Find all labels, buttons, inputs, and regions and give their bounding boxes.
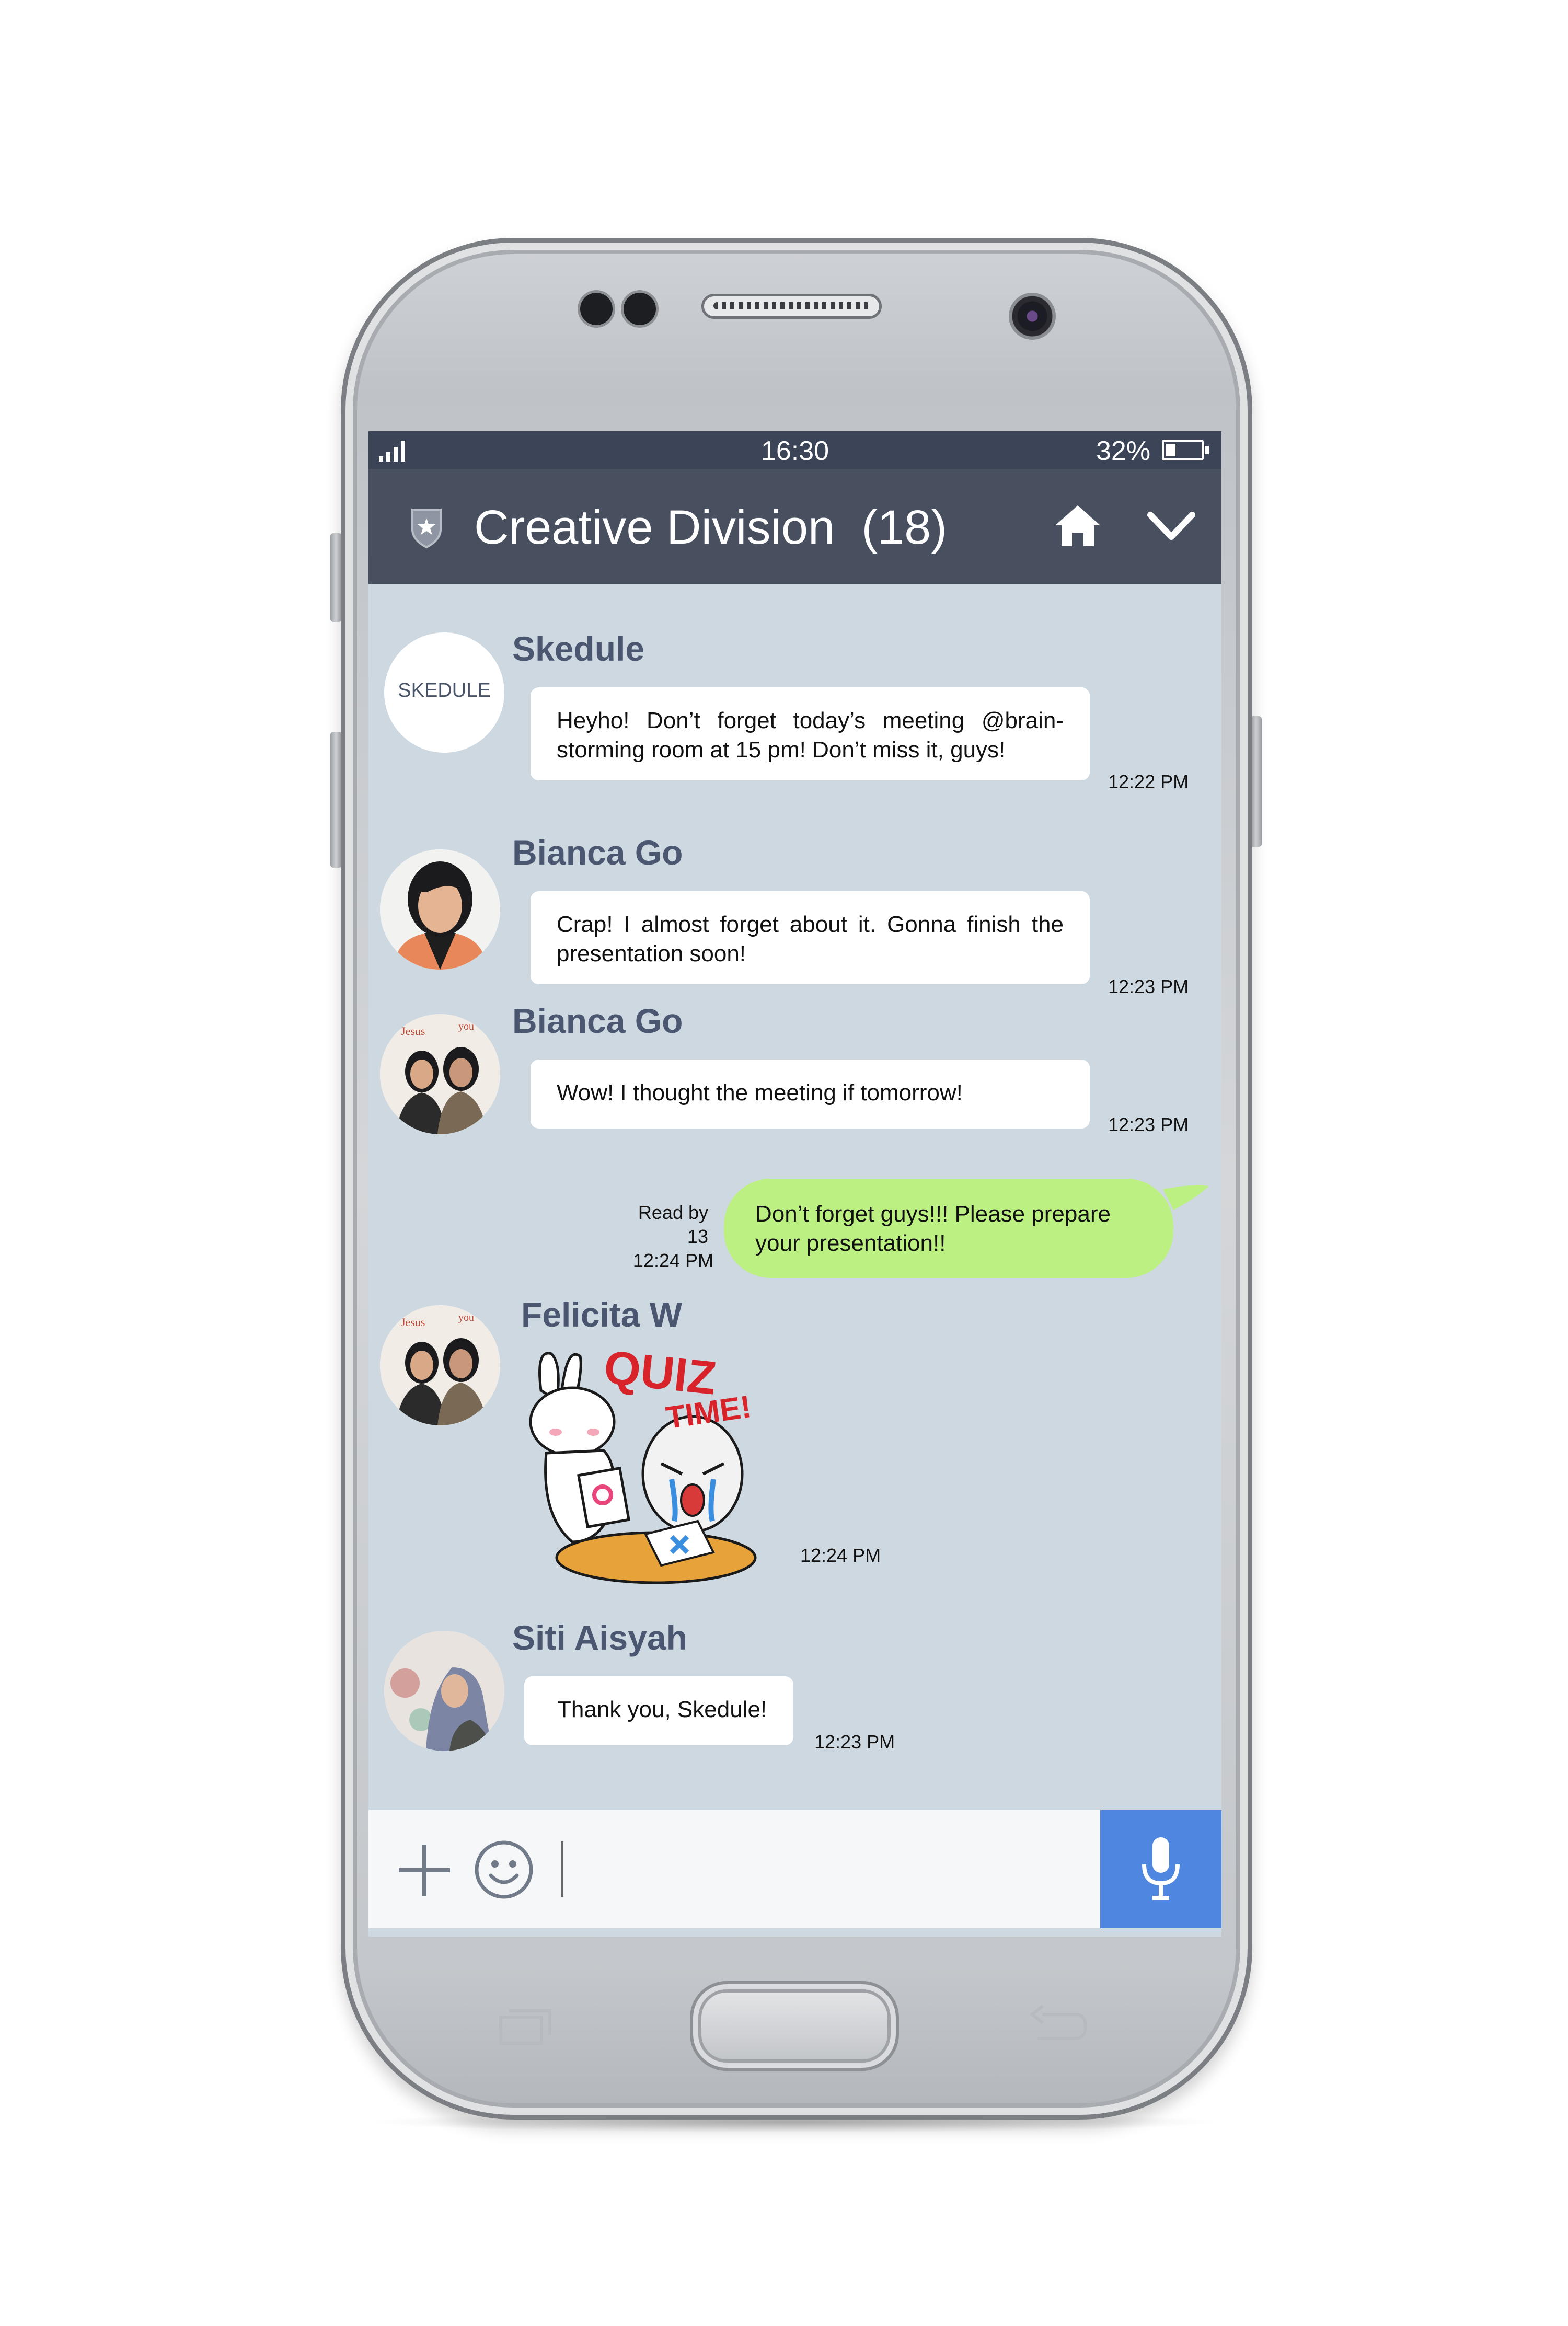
own-message-bubble[interactable]: Don’t forget guys!!! Please prepare your… xyxy=(724,1179,1173,1278)
message-text: Wow! I thought the meeting if tomorrow! xyxy=(557,1080,963,1106)
message-bubble[interactable]: Crap! I almost forget about it. Gonna fi… xyxy=(531,891,1090,984)
smiley-icon[interactable] xyxy=(473,1839,535,1901)
chevron-down-icon[interactable] xyxy=(1147,510,1195,543)
avatar-felicita[interactable]: Jesus you xyxy=(380,1305,500,1425)
back-icon[interactable] xyxy=(1027,2002,1090,2049)
svg-text:you: you xyxy=(458,1312,474,1323)
sensor-icon xyxy=(580,293,613,325)
message-text: Heyho! Don’t forget today’s meeting @bra… xyxy=(557,708,1064,763)
message-bubble[interactable]: Wow! I thought the meeting if tomorrow! xyxy=(531,1060,1090,1129)
avatar-siti[interactable] xyxy=(384,1631,504,1751)
avatar-label: SKEDULE xyxy=(398,680,491,701)
message-text: Thank you, Skedule! xyxy=(557,1697,767,1722)
message-text: Crap! I almost forget about it. Gonna fi… xyxy=(557,912,1064,966)
microphone-button[interactable] xyxy=(1100,1810,1221,1928)
svg-text:Jesus: Jesus xyxy=(401,1316,425,1329)
sender-name: Felicita W xyxy=(521,1295,683,1334)
avatar-bianca[interactable] xyxy=(380,849,500,970)
bianca-photo xyxy=(380,849,500,970)
recent-apps-icon[interactable] xyxy=(497,2005,554,2046)
message-text: Don’t forget guys!!! Please prepare your… xyxy=(755,1201,1111,1256)
read-label: Read by xyxy=(638,1202,708,1223)
plus-icon[interactable] xyxy=(396,1841,453,1899)
chat-title: Creative Division (18) xyxy=(474,500,947,555)
siti-photo xyxy=(384,1631,504,1751)
read-receipt: Read by 13 12:24 PM xyxy=(619,1201,713,1273)
group-photo: Jesus you xyxy=(380,1305,500,1425)
svg-text:you: you xyxy=(458,1021,474,1032)
home-button[interactable] xyxy=(690,1981,899,2071)
battery-icon xyxy=(1162,440,1204,460)
chat-header: Creative Division (18) xyxy=(368,469,1221,584)
screen: 16:30 32% Creative Division (18) SKEDULE… xyxy=(368,431,1221,1937)
message-time: 12:23 PM xyxy=(814,1731,895,1753)
battery-fill xyxy=(1166,444,1175,456)
avatar-skedule[interactable]: SKEDULE xyxy=(384,632,504,753)
volume-button xyxy=(330,533,342,622)
volume-button-lower xyxy=(330,732,342,868)
battery-tip xyxy=(1205,446,1209,454)
text-input-field[interactable] xyxy=(561,1841,563,1897)
quiz-time-sticker[interactable]: QUIZ TIME! xyxy=(525,1343,787,1584)
sender-name: Skedule xyxy=(512,629,645,668)
group-photo: Jesus you xyxy=(380,1014,500,1134)
home-icon[interactable] xyxy=(1054,503,1101,547)
read-count: 13 xyxy=(687,1226,708,1247)
message-time: 12:23 PM xyxy=(1108,976,1189,997)
message-bubble[interactable]: Thank you, Skedule! xyxy=(524,1676,793,1745)
message-input-bar xyxy=(368,1810,1221,1928)
status-time: 16:30 xyxy=(760,436,829,466)
sensor-icon xyxy=(624,293,656,325)
bubble-tail xyxy=(1163,1185,1209,1210)
microphone-icon xyxy=(1142,1837,1180,1900)
message-time: 12:24 PM xyxy=(800,1545,881,1566)
member-count: (18) xyxy=(861,501,947,554)
message-time: 12:22 PM xyxy=(1108,771,1189,792)
sender-name: Bianca Go xyxy=(512,1001,683,1040)
message-time: 12:24 PM xyxy=(632,1250,713,1271)
speaker-grille xyxy=(713,302,870,309)
message-bubble[interactable]: Heyho! Don’t forget today’s meeting @bra… xyxy=(531,687,1090,780)
battery-percent: 32% xyxy=(1096,436,1151,466)
front-camera xyxy=(1009,293,1056,340)
svg-text:Jesus: Jesus xyxy=(401,1024,425,1038)
group-name: Creative Division xyxy=(474,501,835,554)
avatar-bianca-group[interactable]: Jesus you xyxy=(380,1014,500,1134)
status-bar: 16:30 32% xyxy=(368,431,1221,469)
sender-name: Bianca Go xyxy=(512,833,683,872)
shield-icon xyxy=(411,509,442,548)
sender-name: Siti Aisyah xyxy=(512,1618,687,1657)
message-time: 12:23 PM xyxy=(1108,1114,1189,1135)
